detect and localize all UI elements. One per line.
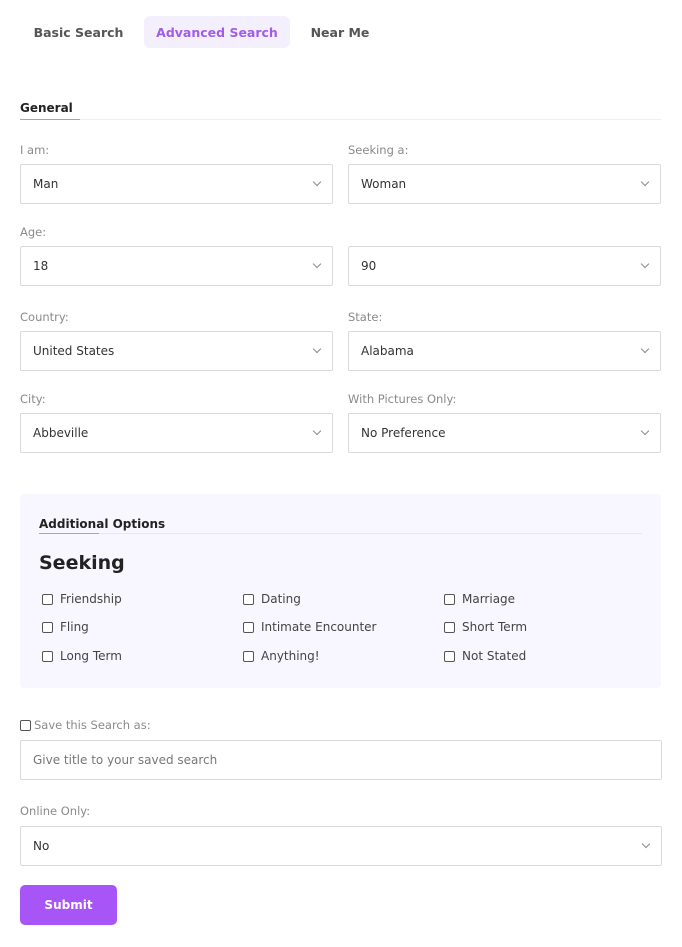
seeking-option-fling[interactable]: Fling xyxy=(42,619,89,635)
i-am-value: Man xyxy=(33,177,59,191)
online-only-select[interactable]: No xyxy=(20,826,662,866)
checkbox-icon[interactable] xyxy=(243,650,254,662)
with-pictures-select[interactable]: No Preference xyxy=(348,413,661,453)
seeking-option-not-stated[interactable]: Not Stated xyxy=(444,648,526,664)
seeking-option-intimate-encounter[interactable]: Intimate Encounter xyxy=(243,619,377,635)
option-label: Not Stated xyxy=(462,649,527,663)
state-label: State: xyxy=(348,310,383,324)
seeking-a-select[interactable]: Woman xyxy=(348,164,661,204)
chevron-down-icon xyxy=(312,344,322,354)
city-select[interactable]: Abbeville xyxy=(20,413,333,453)
seeking-option-marriage[interactable]: Marriage xyxy=(444,591,515,607)
chevron-down-icon xyxy=(640,177,650,187)
additional-options-panel: Additional Options Seeking Friendship Da… xyxy=(20,494,661,688)
checkbox-icon[interactable] xyxy=(444,621,455,633)
city-value: Abbeville xyxy=(33,426,89,440)
i-am-select[interactable]: Man xyxy=(20,164,333,204)
general-underline xyxy=(20,119,80,120)
with-pictures-value: No Preference xyxy=(361,426,446,440)
chevron-down-icon xyxy=(640,259,650,269)
seeking-heading: Seeking xyxy=(39,552,125,574)
general-section-header: General xyxy=(20,97,661,120)
i-am-label: I am: xyxy=(20,143,50,157)
option-label: Intimate Encounter xyxy=(261,620,377,634)
submit-button[interactable]: Submit xyxy=(20,885,117,925)
chevron-down-icon xyxy=(312,177,322,187)
seeking-a-value: Woman xyxy=(361,177,407,191)
seeking-option-dating[interactable]: Dating xyxy=(243,591,301,607)
checkbox-icon[interactable] xyxy=(42,650,53,662)
checkbox-icon[interactable] xyxy=(243,621,254,633)
city-label: City: xyxy=(20,392,46,406)
seeking-option-anything[interactable]: Anything! xyxy=(243,648,320,664)
checkbox-icon[interactable] xyxy=(444,593,455,605)
age-max-select[interactable]: 90 xyxy=(348,246,661,286)
country-value: United States xyxy=(33,344,115,358)
save-search-label: Save this Search as: xyxy=(34,718,151,732)
option-label: Dating xyxy=(261,592,301,606)
with-pictures-label: With Pictures Only: xyxy=(348,392,457,406)
state-select[interactable]: Alabama xyxy=(348,331,661,371)
online-only-value: No xyxy=(33,839,50,853)
additional-options-underline xyxy=(39,533,99,534)
seeking-option-long-term[interactable]: Long Term xyxy=(42,648,122,664)
tab-near-me[interactable]: Near Me xyxy=(290,16,390,48)
checkbox-icon[interactable] xyxy=(42,621,53,633)
general-section-title: General xyxy=(20,101,73,115)
additional-options-title: Additional Options xyxy=(39,517,166,531)
age-label: Age: xyxy=(20,225,47,239)
chevron-down-icon xyxy=(312,426,322,436)
chevron-down-icon xyxy=(312,259,322,269)
checkbox-icon[interactable] xyxy=(243,593,254,605)
country-select[interactable]: United States xyxy=(20,331,333,371)
country-label: Country: xyxy=(20,310,69,324)
chevron-down-icon xyxy=(641,839,651,849)
seeking-option-short-term[interactable]: Short Term xyxy=(444,619,527,635)
state-value: Alabama xyxy=(361,344,414,358)
option-label: Long Term xyxy=(60,649,122,663)
age-max-value: 90 xyxy=(361,259,377,273)
seeking-option-friendship[interactable]: Friendship xyxy=(42,591,122,607)
saved-search-title-input[interactable] xyxy=(20,740,662,780)
option-label: Anything! xyxy=(261,649,320,663)
option-label: Fling xyxy=(60,620,89,634)
additional-options-header: Additional Options xyxy=(39,513,642,534)
chevron-down-icon xyxy=(640,426,650,436)
age-min-select[interactable]: 18 xyxy=(20,246,333,286)
chevron-down-icon xyxy=(640,344,650,354)
checkbox-icon[interactable] xyxy=(42,593,53,605)
tab-advanced-search[interactable]: Advanced Search xyxy=(144,16,290,48)
option-label: Marriage xyxy=(462,592,516,606)
age-min-value: 18 xyxy=(33,259,49,273)
option-label: Friendship xyxy=(60,592,122,606)
option-label: Short Term xyxy=(462,620,528,634)
checkbox-icon[interactable] xyxy=(444,650,455,662)
seeking-a-label: Seeking a: xyxy=(348,143,409,157)
search-tabs: Basic Search Advanced Search Near Me xyxy=(20,16,390,48)
checkbox-icon[interactable] xyxy=(20,719,31,731)
online-only-label: Online Only: xyxy=(20,804,91,818)
save-search-checkbox-row[interactable]: Save this Search as: xyxy=(20,717,151,733)
tab-basic-search[interactable]: Basic Search xyxy=(20,16,137,48)
